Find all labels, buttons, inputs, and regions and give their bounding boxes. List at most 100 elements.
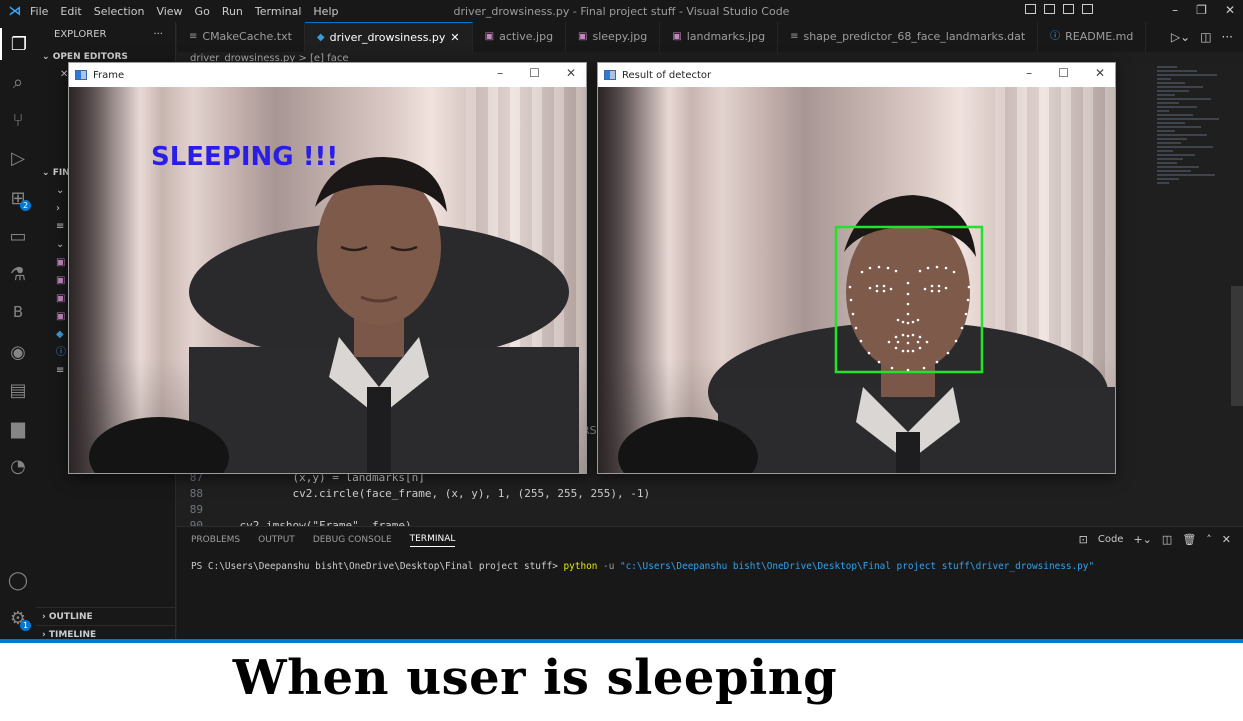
- menu-help[interactable]: Help: [313, 5, 338, 18]
- status-text: SLEEPING !!!: [151, 142, 339, 172]
- close-panel-icon[interactable]: ✕: [1222, 533, 1231, 546]
- detector-window-controls: – ☐ ✕: [1026, 66, 1105, 80]
- sidebar-bottom-sections: › OUTLINE › TIMELINE: [36, 607, 176, 643]
- toggle-sidebar-icon[interactable]: [1025, 4, 1036, 14]
- extensions-icon[interactable]: ⊞ 2: [0, 182, 36, 214]
- tab-close-icon[interactable]: ✕: [450, 23, 459, 53]
- bookmark-b-icon[interactable]: B: [0, 296, 36, 328]
- maximize-icon[interactable]: ☐: [1058, 66, 1069, 80]
- github-icon[interactable]: ◉: [0, 336, 36, 368]
- split-editor-icon[interactable]: ◫: [1200, 22, 1211, 52]
- menu-edit[interactable]: Edit: [60, 5, 81, 18]
- split-terminal-icon[interactable]: ◫: [1162, 533, 1172, 546]
- menu-terminal[interactable]: Terminal: [255, 5, 302, 18]
- editor-scrollbar[interactable]: [1231, 286, 1243, 406]
- testing-icon[interactable]: ⚗: [0, 258, 36, 290]
- image-file-icon: ▣: [578, 31, 588, 42]
- source-control-icon[interactable]: ⑂: [0, 104, 36, 136]
- account-icon[interactable]: ◯: [0, 564, 36, 596]
- outline-section[interactable]: › OUTLINE: [36, 607, 176, 625]
- tab-debug-console[interactable]: DEBUG CONSOLE: [313, 535, 392, 545]
- detector-window-title: Result of detector: [622, 69, 712, 81]
- outline-label: OUTLINE: [48, 612, 93, 622]
- activity-bar: ❐ ⌕ ⑂ ▷ ⊞ 2 ▭ ⚗ B ◉ ▤ ▆ ◔ ◯ ⚙ 1: [0, 22, 36, 643]
- menu-file[interactable]: File: [30, 5, 48, 18]
- notebook-icon[interactable]: ▤: [0, 374, 36, 406]
- minimize-icon[interactable]: –: [497, 66, 503, 80]
- new-terminal-icon[interactable]: +⌄: [1133, 533, 1151, 546]
- edge-icon[interactable]: ◔: [0, 450, 36, 482]
- line-number: 88: [189, 487, 203, 500]
- webcam-feed-frame: SLEEPING !!!: [69, 87, 586, 473]
- tab-driver-drowsiness[interactable]: ◆ driver_drowsiness.py ✕: [304, 22, 473, 53]
- search-icon[interactable]: ⌕: [0, 66, 36, 98]
- settings-gear-icon[interactable]: ⚙ 1: [0, 602, 36, 634]
- tab-label: shape_predictor_68_face_landmarks.dat: [803, 30, 1026, 43]
- text-file-icon: ≡: [790, 31, 799, 42]
- tab-output[interactable]: OUTPUT: [258, 535, 295, 545]
- run-file-icon[interactable]: ▷⌄: [1171, 22, 1190, 52]
- menu-selection[interactable]: Selection: [94, 5, 145, 18]
- panel-actions: ⊡ Code +⌄ ◫ 🗑 ˄ ✕: [1079, 533, 1231, 546]
- tab-label: README.md: [1065, 30, 1134, 43]
- tab-label: active.jpg: [499, 30, 554, 43]
- toggle-panel-icon[interactable]: [1044, 4, 1055, 14]
- explorer-title: EXPLORER: [54, 29, 107, 40]
- menu-go[interactable]: Go: [195, 5, 210, 18]
- terminal-flag: -u: [597, 561, 620, 572]
- vscode-window: ⋊ File Edit Selection View Go Run Termin…: [0, 0, 1243, 643]
- tab-problems[interactable]: PROBLEMS: [191, 535, 240, 545]
- menu-view[interactable]: View: [156, 5, 182, 18]
- maximize-icon[interactable]: ☐: [529, 66, 540, 80]
- detector-window-titlebar[interactable]: Result of detector – ☐ ✕: [598, 63, 1115, 87]
- minimap[interactable]: [1157, 66, 1229, 266]
- frame-window-titlebar[interactable]: Frame – ☐ ✕: [69, 63, 586, 87]
- customize-layout-icon[interactable]: [1082, 4, 1093, 14]
- terminal-kind[interactable]: Code: [1098, 534, 1124, 545]
- code-line: 88 cv2.circle(face_frame, (x, y), 1, (25…: [177, 486, 1077, 502]
- terminal-icon[interactable]: ⊡: [1079, 533, 1088, 546]
- frame-window[interactable]: Frame – ☐ ✕ SLEEPING !!!: [68, 62, 587, 474]
- tab-label: landmarks.jpg: [686, 30, 766, 43]
- tab-readme[interactable]: ⓘ README.md: [1038, 22, 1147, 52]
- close-icon[interactable]: ✕: [1225, 3, 1235, 17]
- code-text: cv2.circle(face_frame, (x, y), 1, (255, …: [213, 487, 651, 500]
- tab-active-jpg[interactable]: ▣ active.jpg: [473, 22, 567, 52]
- code-line: 89: [177, 502, 1077, 518]
- tab-sleepy-jpg[interactable]: ▣ sleepy.jpg: [566, 22, 661, 52]
- maximize-panel-icon[interactable]: ˄: [1206, 533, 1212, 546]
- explorer-icon[interactable]: ❐: [0, 28, 36, 60]
- restore-icon[interactable]: ❐: [1196, 3, 1207, 17]
- image-file-icon: ▣: [484, 31, 495, 42]
- run-debug-icon[interactable]: ▷: [0, 142, 36, 174]
- tab-cmakecache[interactable]: ≡ CMakeCache.txt: [177, 22, 305, 52]
- extensions-badge: 2: [20, 200, 31, 211]
- terminal-output[interactable]: PS C:\Users\Deepanshu bisht\OneDrive\Des…: [191, 561, 1094, 572]
- title-bar: ⋊ File Edit Selection View Go Run Termin…: [0, 0, 1243, 22]
- tab-landmarks-jpg[interactable]: ▣ landmarks.jpg: [660, 22, 779, 52]
- close-icon[interactable]: ✕: [1095, 66, 1105, 80]
- minimize-icon[interactable]: –: [1172, 3, 1178, 17]
- code-lines: 87 (x,y) = landmarks[n] 88 cv2.circle(fa…: [177, 470, 1077, 534]
- opencv-app-icon: [75, 70, 87, 80]
- close-icon[interactable]: ✕: [566, 66, 576, 80]
- menu-bar: File Edit Selection View Go Run Terminal…: [30, 5, 338, 18]
- toggle-secondary-sidebar-icon[interactable]: [1063, 4, 1074, 14]
- minimize-icon[interactable]: –: [1026, 66, 1032, 80]
- tab-terminal[interactable]: TERMINAL: [409, 534, 456, 547]
- line-number: 89: [189, 503, 203, 516]
- tab-shape-predictor[interactable]: ≡ shape_predictor_68_face_landmarks.dat: [778, 22, 1039, 52]
- image-file-icon: ▣: [672, 31, 682, 42]
- detector-window[interactable]: Result of detector – ☐ ✕: [597, 62, 1116, 474]
- trash-icon[interactable]: 🗑: [1182, 533, 1196, 546]
- text-file-icon: ≡: [189, 31, 198, 42]
- more-actions-icon[interactable]: ···: [153, 22, 163, 48]
- more-actions-icon[interactable]: ···: [1222, 22, 1233, 52]
- editor-tabs: ≡ CMakeCache.txt ◆ driver_drowsiness.py ✕ ▣…: [177, 22, 1243, 52]
- menu-run[interactable]: Run: [222, 5, 243, 18]
- status-bar-edge: [0, 639, 1243, 643]
- opencv-app-icon: [604, 70, 616, 80]
- remote-explorer-icon[interactable]: ▭: [0, 220, 36, 252]
- docker-icon[interactable]: ▆: [0, 412, 36, 444]
- window-controls: – ❐ ✕: [1172, 3, 1235, 17]
